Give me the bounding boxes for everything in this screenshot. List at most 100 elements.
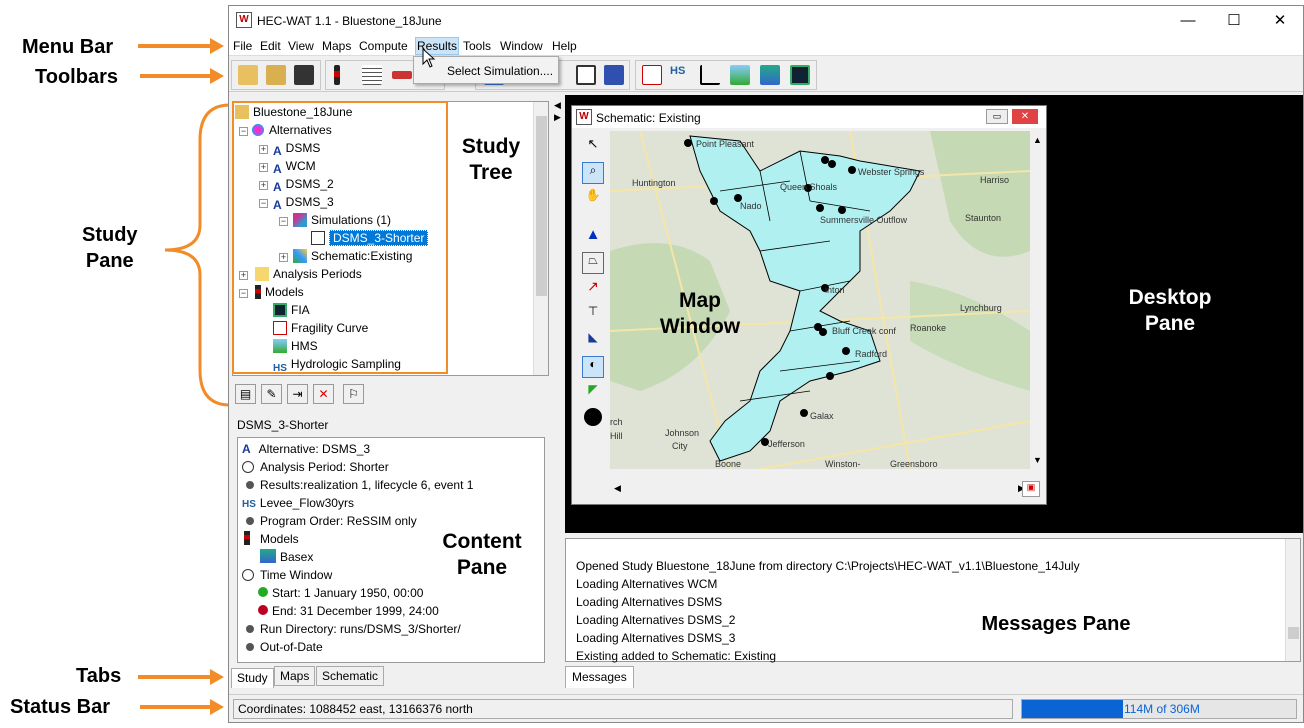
tab-schematic[interactable]: Schematic — [316, 666, 385, 686]
zoom-icon[interactable]: ⌕ — [582, 162, 604, 184]
messages-scrollbar[interactable] — [1285, 539, 1300, 661]
menu-view[interactable]: View — [288, 39, 314, 53]
node-icon[interactable] — [584, 408, 602, 426]
annotation-arrowhead — [210, 699, 224, 715]
content-label: Levee_Flow30yrs — [259, 496, 354, 510]
map-label: Hill — [610, 431, 623, 441]
content-label: Analysis Period: Shorter — [260, 460, 389, 474]
model-icon[interactable] — [334, 65, 340, 85]
map-label: Huntington — [632, 178, 676, 188]
toolbar-group-tools: HS — [635, 60, 817, 90]
map-label: Roanoke — [910, 323, 946, 333]
content-label: Alternative: DSMS_3 — [258, 442, 371, 456]
menu-compute[interactable]: Compute — [359, 39, 408, 53]
hms-icon[interactable] — [730, 65, 750, 85]
map-label: Staunton — [965, 213, 1001, 223]
tab-bar: Study Maps Schematic — [231, 666, 431, 688]
bullet-icon — [246, 481, 254, 489]
map-label: Winston- — [825, 459, 861, 469]
content-end: End: 31 December 1999, 24:00 — [258, 602, 439, 620]
content-program-order: Program Order: ReSSIM only — [242, 512, 417, 530]
menu-help[interactable]: Help — [552, 39, 577, 53]
edit-icon[interactable]: ✎ — [261, 384, 282, 404]
map-vscroll[interactable]: ▲ ▼ — [1030, 131, 1046, 469]
fragility-curve-icon[interactable] — [642, 65, 662, 85]
desktop-pane: W Schematic: Existing ▭ ✕ ↖ ⌕ ✋ ▲ ⏢ ↗ ⊤ … — [565, 95, 1303, 533]
minimize-button[interactable]: — — [1165, 6, 1211, 36]
map-label: Nado — [740, 201, 762, 211]
restore-icon[interactable]: ▭ — [986, 109, 1008, 124]
memory-text: 114M of 306M — [1124, 702, 1200, 716]
level-icon[interactable]: ⊤ — [582, 304, 604, 326]
select-simulation-menu-item[interactable]: Select Simulation.... — [447, 64, 553, 78]
content-label: Basex — [280, 550, 314, 564]
new-icon[interactable]: ▤ — [235, 384, 256, 404]
bullet-icon — [246, 625, 254, 633]
open-study-icon[interactable] — [238, 65, 258, 85]
plot-icon[interactable] — [700, 65, 720, 85]
tab-messages[interactable]: Messages — [565, 666, 634, 688]
save-icon[interactable] — [294, 65, 314, 85]
run-icon[interactable]: ⚐ — [343, 384, 364, 404]
map-options-icon[interactable]: ▣ — [1022, 481, 1040, 497]
diversion-icon[interactable]: ◣ — [582, 330, 604, 352]
open-icon[interactable] — [266, 65, 286, 85]
scroll-up-icon[interactable]: ▲ — [1033, 135, 1042, 145]
import-icon[interactable]: ⇥ — [287, 384, 308, 404]
study-tree-highlight — [232, 101, 448, 374]
delete-icon[interactable]: ✕ — [313, 384, 334, 404]
map-label: inton — [825, 285, 845, 295]
end-icon — [258, 605, 268, 615]
content-label: Out-of-Date — [260, 640, 323, 654]
pointer-icon[interactable]: ↖ — [582, 136, 604, 158]
menu-file[interactable]: File — [233, 39, 252, 53]
scroll-down-icon[interactable]: ▼ — [1033, 455, 1042, 465]
map-hscroll[interactable]: ◀ ▶ — [610, 481, 1030, 497]
tabs-annotation: Tabs — [76, 665, 122, 687]
menu-maps[interactable]: Maps — [322, 39, 351, 53]
map-label: Jefferson — [768, 439, 805, 449]
scrollbar-thumb[interactable] — [1288, 627, 1299, 639]
scrollbar-thumb[interactable] — [536, 116, 547, 296]
content-analysis-period: Analysis Period: Shorter — [242, 458, 389, 476]
map-canvas[interactable]: Point Pleasant Huntington Queen Shoals W… — [610, 131, 1030, 469]
splitter-right-arrow-icon[interactable]: ▶ — [554, 112, 561, 123]
link-icon[interactable] — [392, 71, 412, 79]
fia-icon[interactable] — [790, 65, 810, 85]
content-label: Start: 1 January 1950, 00:00 — [272, 586, 424, 600]
map-tool-palette: ↖ ⌕ ✋ ▲ ⏢ ↗ ⊤ ◣ ◐ ◤ — [580, 136, 606, 436]
menu-edit[interactable]: Edit — [260, 39, 281, 53]
reservoir-icon[interactable]: ▲ — [582, 226, 604, 248]
arrow-link-icon[interactable]: ↗ — [582, 278, 604, 300]
maximize-button[interactable]: ☐ — [1211, 6, 1257, 36]
table-icon[interactable] — [362, 65, 382, 85]
memory-meter: 114M of 306M — [1021, 699, 1297, 719]
start-icon — [258, 587, 268, 597]
message-line: Loading Alternatives DSMS_3 — [576, 631, 736, 645]
app-icon: W — [236, 12, 252, 28]
map-close-icon[interactable]: ✕ — [1012, 109, 1038, 124]
app-window: W HEC-WAT 1.1 - Bluestone_18June — ☐ ✕ F… — [228, 5, 1304, 723]
splitter-left-arrow-icon[interactable]: ◀ — [554, 100, 561, 111]
menu-tools[interactable]: Tools — [463, 39, 491, 53]
tab-study[interactable]: Study — [231, 668, 274, 688]
content-models: Models — [242, 530, 299, 548]
basin-icon[interactable] — [760, 65, 780, 85]
hydrologic-sampling-icon[interactable]: HS — [670, 65, 690, 85]
shape-icon[interactable]: ⏢ — [582, 252, 604, 274]
scroll-left-icon[interactable]: ◀ — [614, 483, 621, 494]
tab-maps[interactable]: Maps — [274, 666, 316, 686]
study-pane-annotation: Study Pane — [82, 224, 138, 272]
close-button[interactable]: ✕ — [1257, 6, 1303, 36]
tree-scrollbar[interactable] — [533, 102, 548, 375]
study-tree-annotation: Study Tree — [455, 134, 527, 186]
split-view-icon[interactable] — [576, 65, 596, 85]
map-label: Point Pleasant — [696, 139, 755, 149]
gage-icon[interactable]: ◤ — [582, 382, 604, 404]
menu-window[interactable]: Window — [500, 39, 543, 53]
map-label: Greensboro — [890, 459, 938, 469]
content-pane-annotation-text: Content Pane — [442, 530, 522, 579]
cascade-icon[interactable] — [604, 65, 624, 85]
pan-hand-icon[interactable]: ✋ — [582, 188, 604, 210]
junction-icon[interactable]: ◐ — [582, 356, 604, 378]
